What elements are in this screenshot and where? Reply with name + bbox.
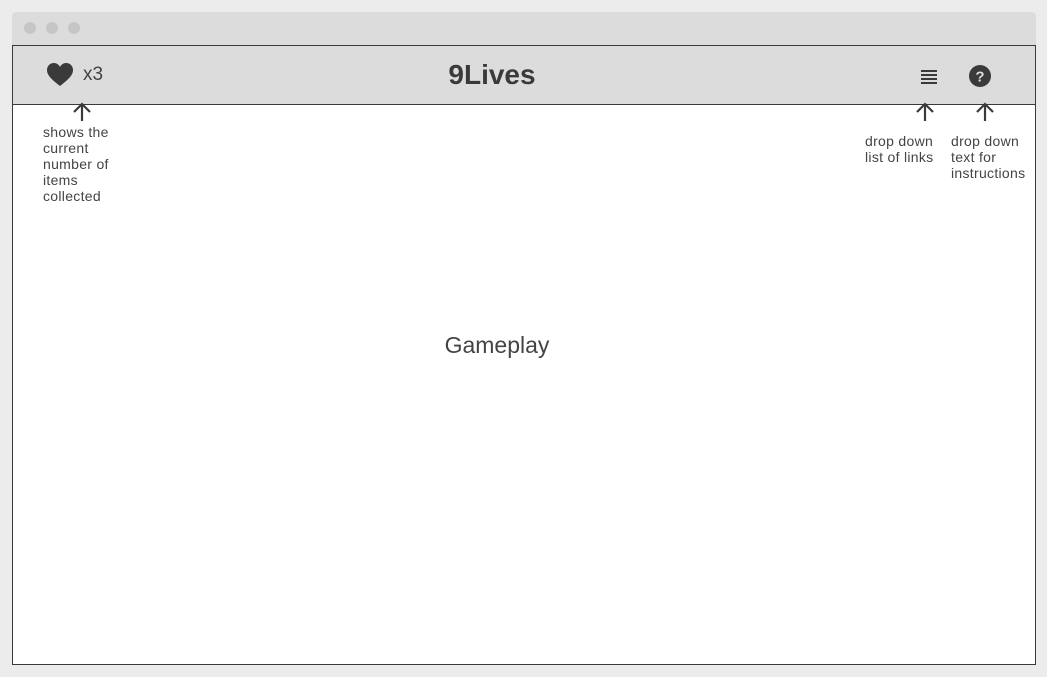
lives-annotation-line: current xyxy=(43,140,89,156)
menu-icon[interactable] xyxy=(919,68,939,85)
arrow-up-icon xyxy=(73,102,91,121)
help-annotation-line: instructions xyxy=(951,165,1026,181)
help-icon[interactable]: ? xyxy=(968,64,992,88)
help-annotation: drop down text for instructions xyxy=(951,133,1025,181)
app-header: x3 9Lives ? xyxy=(13,46,1035,105)
browser-window: x3 9Lives ? shows the current number of … xyxy=(12,12,1036,665)
app-content: x3 9Lives ? shows the current number of … xyxy=(12,45,1036,665)
gameplay-area-label: Gameplay xyxy=(444,332,550,358)
menu-annotation-line: list of links xyxy=(865,149,934,165)
svg-text:?: ? xyxy=(975,69,984,86)
menu-annotation: drop down list of links xyxy=(865,133,933,165)
window-minimize-dot[interactable] xyxy=(46,22,58,34)
window-maximize-dot[interactable] xyxy=(68,22,80,34)
arrow-up-icon xyxy=(976,102,994,121)
arrow-up-icon xyxy=(916,102,934,121)
menu-annotation-line: drop down xyxy=(865,133,934,149)
window-titlebar xyxy=(12,12,1036,45)
lives-annotation-line: number of xyxy=(43,156,109,172)
lives-annotation-line: items xyxy=(43,172,78,188)
lives-annotation: shows the current number of items collec… xyxy=(43,124,109,204)
lives-annotation-line: collected xyxy=(43,188,101,204)
app-title: 9Lives xyxy=(448,59,536,90)
help-annotation-line: text for xyxy=(951,149,997,165)
help-annotation-line: drop down xyxy=(951,133,1020,149)
window-close-dot[interactable] xyxy=(24,22,36,34)
lives-annotation-line: shows the xyxy=(43,124,109,140)
